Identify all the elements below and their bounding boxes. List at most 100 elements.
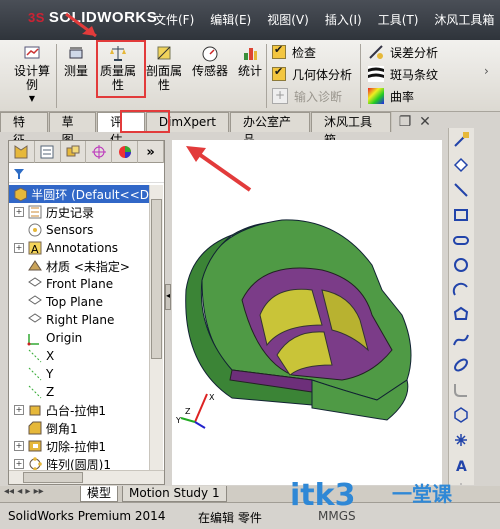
- watermark-logo: itk3: [290, 478, 356, 513]
- tab-office-products[interactable]: 办公室产品: [229, 112, 310, 147]
- expand-icon[interactable]: +: [14, 207, 24, 217]
- sensor-button[interactable]: 传感器: [192, 44, 228, 78]
- tree-item[interactable]: + 历史记录: [9, 203, 149, 221]
- geometry-analysis-button[interactable]: 几何体分析: [272, 64, 352, 84]
- axis-icon: [28, 367, 42, 381]
- chevron-right-icon[interactable]: ›: [484, 64, 489, 78]
- tree-item-label: 凸台-拉伸1: [46, 403, 106, 418]
- tree-item[interactable]: Right Plane: [9, 311, 149, 329]
- deviation-analysis-icon: [369, 45, 383, 59]
- smart-dimension-icon[interactable]: [449, 128, 473, 152]
- tree-item-label: Origin: [46, 331, 83, 345]
- circle-icon[interactable]: [449, 253, 473, 277]
- tag-icon[interactable]: [449, 153, 473, 177]
- text-icon[interactable]: A: [449, 453, 473, 477]
- tree-item-label: 阵列(圆周)1: [46, 457, 111, 471]
- tree-item[interactable]: + 凸台-拉伸1: [9, 401, 149, 419]
- line-icon[interactable]: [449, 178, 473, 202]
- tree-item[interactable]: X: [9, 347, 149, 365]
- slot-icon[interactable]: [449, 228, 473, 252]
- point-icon[interactable]: [449, 428, 473, 452]
- annotation-icon: A: [28, 241, 42, 256]
- spline-icon[interactable]: [449, 328, 473, 352]
- menu-tools[interactable]: 工具(T): [370, 8, 427, 32]
- expand-icon[interactable]: +: [14, 459, 24, 469]
- tree-item[interactable]: Origin: [9, 329, 149, 347]
- plane-sketch-icon[interactable]: [449, 403, 473, 427]
- tree-horizontal-scrollbar[interactable]: [9, 470, 164, 484]
- history-icon: [28, 205, 42, 219]
- svg-text:A: A: [31, 243, 39, 256]
- menu-view[interactable]: 视图(V): [259, 8, 317, 32]
- geometry-analysis-icon: [272, 65, 286, 81]
- tree-item[interactable]: Front Plane: [9, 275, 149, 293]
- check-button[interactable]: 检查: [272, 42, 316, 62]
- zebra-stripes-button[interactable]: 斑马条纹: [368, 64, 438, 84]
- tree-item[interactable]: + A Annotations: [9, 239, 149, 257]
- tree-item-label: Y: [46, 367, 54, 381]
- tab-motion-study[interactable]: Motion Study 1: [122, 486, 227, 502]
- tree-item-label: Sensors: [46, 223, 94, 237]
- expand-icon[interactable]: +: [14, 405, 24, 415]
- scroll-thumb[interactable]: [23, 472, 83, 483]
- rectangle-icon[interactable]: [449, 203, 473, 227]
- chamfer-icon: [28, 421, 42, 435]
- curvature-button[interactable]: 曲率: [368, 86, 414, 106]
- menu-edit[interactable]: 编辑(E): [202, 8, 259, 32]
- tab-mufeng-toolbox[interactable]: 沐风工具箱: [310, 112, 391, 147]
- tree-item[interactable]: Y: [9, 365, 149, 383]
- tree-item-label: 切除-拉伸1: [46, 439, 106, 454]
- axis-triad: Y Z X: [175, 393, 215, 429]
- arc-icon[interactable]: [449, 278, 473, 302]
- restore-icon[interactable]: ❐: [395, 115, 415, 131]
- tree-item-label: Annotations: [46, 241, 119, 255]
- extrude-icon: [29, 405, 41, 416]
- tree-item-label: X: [46, 349, 55, 363]
- statistics-button[interactable]: 统计: [238, 44, 262, 78]
- tree-item[interactable]: + 阵列(圆周)1: [9, 455, 149, 470]
- close-icon[interactable]: ✕: [415, 115, 435, 131]
- tree-item-label: 历史记录: [46, 205, 95, 220]
- tab-scroll-icon[interactable]: ◂◂ ◂ ▸ ▸▸: [4, 486, 44, 497]
- panel-collapse-handle[interactable]: ◂: [165, 284, 171, 310]
- curvature-icon: [368, 88, 384, 104]
- sketch-toolbar: A: [448, 128, 474, 497]
- tree-item[interactable]: 材质 <未指定>: [9, 257, 149, 275]
- part-icon: [14, 187, 27, 202]
- expand-icon[interactable]: +: [14, 441, 24, 451]
- feature-tree: 半圆环 (Default<<D + 历史记录 Sensors + A Annotation…: [9, 185, 149, 470]
- scroll-thumb[interactable]: [151, 199, 162, 359]
- ellipse-icon[interactable]: [449, 353, 473, 377]
- origin-icon: [27, 334, 39, 346]
- filter-icon[interactable]: [13, 168, 25, 180]
- menu-insert[interactable]: 插入(I): [317, 8, 370, 32]
- sensor-icon: [28, 223, 42, 237]
- dropdown-arrow-icon: ▼: [28, 94, 36, 103]
- tree-item[interactable]: + 切除-拉伸1: [9, 437, 149, 455]
- expand-icon[interactable]: +: [14, 243, 24, 253]
- annotation-arrows: [65, 12, 97, 38]
- status-mode: 在编辑 零件: [198, 511, 262, 525]
- svg-text:A: A: [456, 459, 467, 474]
- feature-manager-tab[interactable]: [9, 141, 35, 163]
- deviation-analysis-button[interactable]: 误差分析: [368, 42, 438, 62]
- design-study-icon: [24, 46, 40, 59]
- tree-items: + 历史记录 Sensors + A Annotations 材质 <未指定> Front P…: [9, 203, 149, 470]
- zebra-stripes-icon: [368, 66, 384, 82]
- svg-text:Z: Z: [185, 407, 191, 416]
- tree-item[interactable]: Sensors: [9, 221, 149, 239]
- tree-item[interactable]: 倒角1: [9, 419, 149, 437]
- polygon-icon[interactable]: [449, 303, 473, 327]
- tree-item-label: 材质 <未指定>: [46, 259, 130, 274]
- watermark-logo-cn: 一堂课: [392, 482, 452, 506]
- tree-item[interactable]: Z: [9, 383, 149, 401]
- tree-item[interactable]: Top Plane: [9, 293, 149, 311]
- import-diagnostics-button[interactable]: + 输入诊断: [272, 86, 342, 106]
- status-app-version: SolidWorks Premium 2014: [8, 509, 166, 523]
- tab-model[interactable]: 模型: [80, 486, 119, 502]
- menu-mufeng-toolbox[interactable]: 沐风工具箱: [426, 8, 500, 32]
- statistics-icon: [244, 48, 257, 60]
- fillet-icon[interactable]: [449, 378, 473, 402]
- tree-item-label: Front Plane: [46, 277, 114, 291]
- tree-vertical-scrollbar[interactable]: [149, 185, 163, 470]
